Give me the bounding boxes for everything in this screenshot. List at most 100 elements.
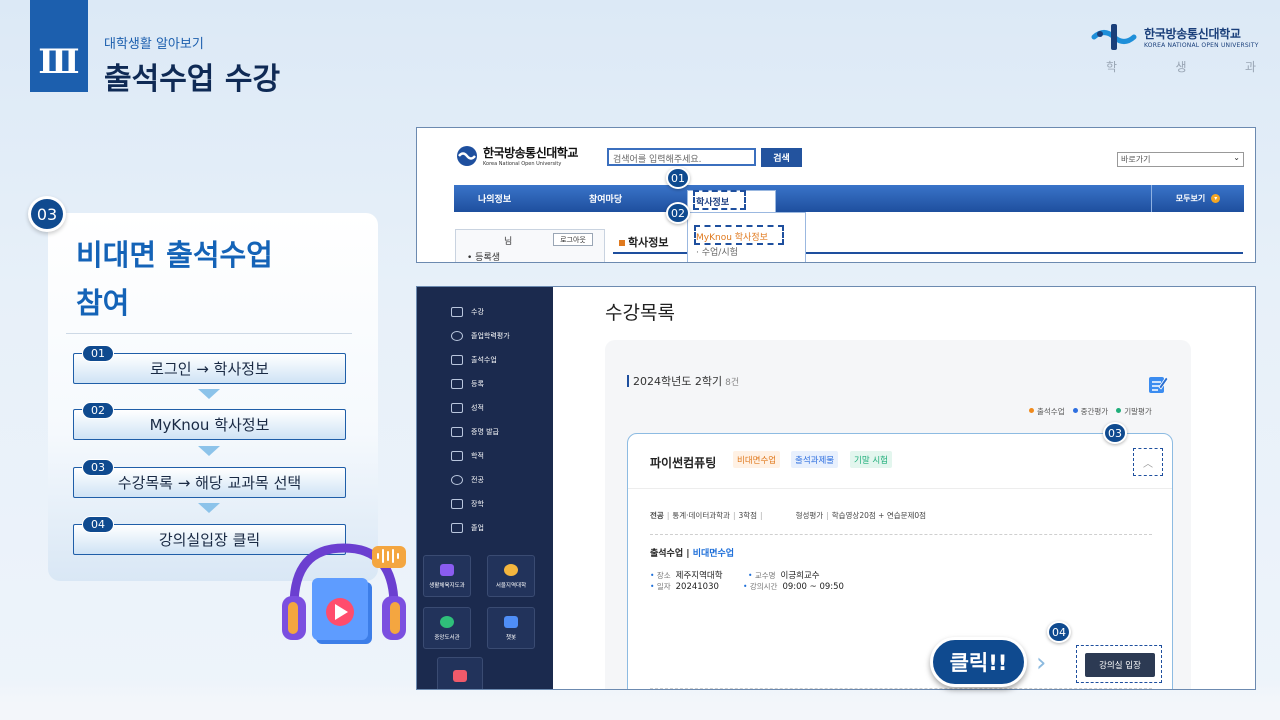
legend-label: 출석수업 xyxy=(1037,407,1065,416)
registration-status: • 등록생 xyxy=(467,253,501,263)
row-value: 20241030 xyxy=(675,582,719,592)
dashed-divider xyxy=(650,534,1152,535)
department-label: 학 생 과 xyxy=(1106,58,1256,75)
dept-char: 학 xyxy=(1106,60,1118,74)
login-box: 님 로그아웃 • 등록생 xyxy=(455,229,605,263)
tile-label: 중앙도서관 xyxy=(434,634,460,641)
row-value: 이긍희교수 xyxy=(780,571,820,581)
course-name: 파이썬컴퓨팅 xyxy=(650,456,717,470)
enter-classroom-button[interactable]: 강의실 입장 xyxy=(1085,653,1155,677)
callout-number: 02 xyxy=(666,202,690,224)
view-all-button[interactable]: 모두보기 ▾ xyxy=(1151,185,1244,212)
date-row: • 일자 20241030 xyxy=(650,581,719,592)
time-row: • 강의시간 09:00 ~ 09:50 xyxy=(743,581,844,592)
header-subtitle: 대학생활 알아보기 xyxy=(104,37,204,52)
sidebar-item-records[interactable]: 학적 xyxy=(451,449,484,463)
row-key: • 일자 xyxy=(650,582,671,591)
person-icon xyxy=(451,451,463,461)
bulb-icon xyxy=(451,475,463,485)
highlight-box xyxy=(693,190,746,210)
nav-item-my-info[interactable]: 나의정보 xyxy=(478,192,511,205)
logout-button[interactable]: 로그아웃 xyxy=(553,233,593,246)
attendance-type: 비대면수업 xyxy=(692,549,735,559)
tile-sports-coaching[interactable]: 생활체육지도과 xyxy=(423,555,471,597)
quick-link-select[interactable]: 바로가기 ⌄ xyxy=(1117,152,1244,167)
row-key: • 강의시간 xyxy=(743,582,778,591)
tag-final-exam: 기말 시험 xyxy=(850,451,892,468)
legend-label: 기말평가 xyxy=(1124,407,1152,416)
section-number-badge: 03 xyxy=(28,196,66,232)
tag-attendance-assignment: 출석과제물 xyxy=(791,451,839,468)
search-button[interactable]: 검색 xyxy=(761,148,802,167)
sidebar: 수강 졸업학력평가 출석수업 등록 성적 증명 발급 학적 전공 장학 졸업 생… xyxy=(417,287,553,689)
note-edit-icon[interactable] xyxy=(1147,373,1169,395)
quick-link-value: 바로가기 xyxy=(1121,155,1151,164)
layers-icon xyxy=(453,669,467,682)
sidebar-item-label: 출석수업 xyxy=(471,356,497,364)
sidebar-item-graduation-test[interactable]: 졸업학력평가 xyxy=(451,329,510,343)
dept-char: 생 xyxy=(1175,60,1187,74)
logo-name-ko: 한국방송통신대학교 xyxy=(1144,27,1241,41)
sidebar-item-registration[interactable]: 등록 xyxy=(451,377,484,391)
arrow-down-icon xyxy=(198,446,220,456)
person-icon xyxy=(504,563,518,576)
portal-logo-icon xyxy=(457,145,477,166)
step-item: 수강목록 → 해당 교과목 선택 xyxy=(73,467,346,498)
tag-remote-class: 비대면수업 xyxy=(733,451,781,468)
sidebar-item-attendance[interactable]: 출석수업 xyxy=(451,353,497,367)
registration-label: 등록생 xyxy=(475,253,501,263)
collapse-button[interactable]: ︿ xyxy=(1133,448,1163,476)
search-input[interactable]: 검색어를 입력해주세요. xyxy=(607,148,756,166)
page-title: 출석수업 수강 xyxy=(104,62,281,97)
info-key: 형성평가 xyxy=(795,511,824,520)
tile-more[interactable] xyxy=(437,657,483,689)
chart-icon xyxy=(451,403,463,413)
portal-logo-name: 한국방송통신대학교 xyxy=(483,146,578,160)
row-key: • 교수명 xyxy=(748,571,776,580)
sidebar-item-label: 졸업 xyxy=(471,524,484,532)
sidebar-item-graduation[interactable]: 졸업 xyxy=(451,521,484,535)
term-bar xyxy=(627,375,629,387)
headphones-video-icon xyxy=(282,543,406,644)
professor-row: • 교수명 이긍희교수 xyxy=(748,569,820,581)
tile-label: 챗봇 xyxy=(505,634,517,641)
sidebar-item-grades[interactable]: 성적 xyxy=(451,401,484,415)
course-list-screenshot: 수강 졸업학력평가 출석수업 등록 성적 증명 발급 학적 전공 장학 졸업 생… xyxy=(416,286,1256,690)
menu-item-label: 수업/시험 xyxy=(701,248,738,258)
course-card[interactable]: 파이썬컴퓨팅 비대면수업 출석과제물 기말 시험 ︿ 전공 | 통계·데이터과학과 |… xyxy=(627,433,1173,689)
dashed-divider xyxy=(650,688,1152,689)
card-title: 비대면 출석수업 참여 xyxy=(76,231,336,327)
building-icon xyxy=(451,499,463,509)
section-heading-label: 학사정보 xyxy=(628,236,669,249)
portal-logo-en: Korea National Open University xyxy=(483,161,562,167)
step-item: 로그인 → 학사정보 xyxy=(73,353,346,384)
course-info: 전공 | 통계·데이터과학과 | 3학점 | 형성평가 | 학습영상20점 + 연습문제0점 xyxy=(650,511,927,520)
info-value: 3학점 xyxy=(738,511,758,520)
menu-item-class-exam[interactable]: · 수업/시험 xyxy=(696,245,738,258)
tile-central-library[interactable]: 중앙도서관 xyxy=(423,607,471,649)
cap-icon xyxy=(451,355,463,365)
sidebar-item-enrollment[interactable]: 수강 xyxy=(451,305,484,319)
sidebar-item-major[interactable]: 전공 xyxy=(451,473,484,487)
sidebar-item-label: 수강 xyxy=(471,308,484,316)
paper-plane-icon xyxy=(451,379,463,389)
sidebar-item-scholarship[interactable]: 장학 xyxy=(451,497,484,511)
legend-item: 중간평가 xyxy=(1072,406,1108,417)
chapter-number: Ⅲ xyxy=(38,42,80,82)
highlight-box xyxy=(694,225,784,245)
tile-seoul-campus[interactable]: 서울지역대학 xyxy=(487,555,535,597)
info-value: 학습영상20점 + 연습문제0점 xyxy=(831,511,927,520)
orange-dot-icon xyxy=(1029,408,1034,413)
status-legend: 출석수업 중간평가 기말평가 xyxy=(1029,406,1152,417)
logo-name-en: KOREA NATIONAL OPEN UNIVERSITY xyxy=(1144,42,1259,49)
sidebar-item-label: 성적 xyxy=(471,404,484,412)
row-key: • 장소 xyxy=(650,571,671,580)
info-key: 전공 xyxy=(650,511,664,520)
nav-item-participation[interactable]: 참여마당 xyxy=(589,192,622,205)
arrow-down-icon xyxy=(198,389,220,399)
step-number-badge: 04 xyxy=(82,516,114,533)
sidebar-item-certificate[interactable]: 증명 발급 xyxy=(451,425,499,439)
legend-item: 출석수업 xyxy=(1029,406,1065,417)
chevron-right-icon: › xyxy=(1036,648,1047,678)
tile-chatbot[interactable]: 챗봇 xyxy=(487,607,535,649)
